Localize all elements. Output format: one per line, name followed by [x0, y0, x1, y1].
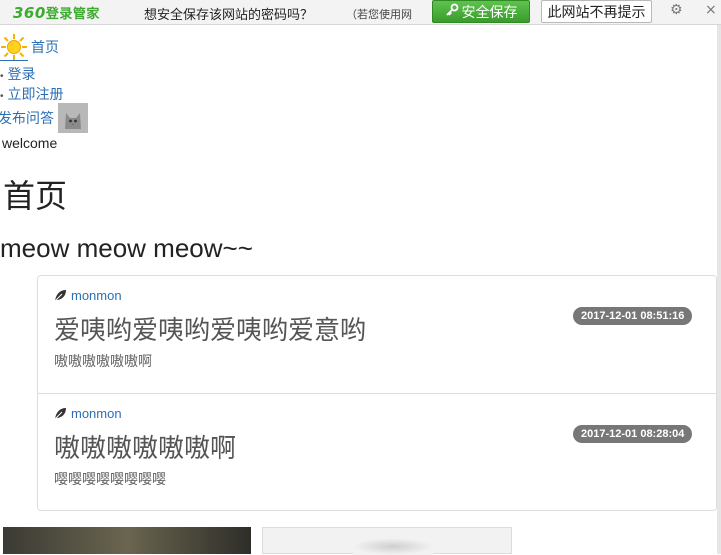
bullet-icon: •	[0, 91, 4, 102]
post-time-badge: 2017-12-01 08:28:04	[573, 425, 693, 443]
nav-item-login[interactable]: • 登录	[0, 64, 36, 84]
password-save-bar: 360登录管家 想安全保存该网站的密码吗？ （若您使用网 安全保存 此网站不再提…	[0, 0, 721, 25]
list-item[interactable]: monmon 爱咦哟爱咦哟爱咦哟爱意哟 嗷嗷嗷嗷嗷嗷啊 2017-12-01 0…	[38, 276, 716, 394]
author-name[interactable]: monmon	[71, 406, 122, 421]
post-list: monmon 爱咦哟爱咦哟爱咦哟爱意哟 嗷嗷嗷嗷嗷嗷啊 2017-12-01 0…	[37, 275, 717, 511]
post-title[interactable]: 嗷嗷嗷嗷嗷嗷啊	[54, 428, 236, 465]
home-link[interactable]: 首页	[0, 33, 59, 61]
nav-item-register[interactable]: • 立即注册	[0, 84, 64, 104]
post-body: 嗷嗷嗷嗷嗷嗷啊	[54, 354, 152, 370]
leaf-icon	[54, 408, 66, 420]
register-link[interactable]: 立即注册	[8, 86, 64, 102]
close-icon[interactable]: ×	[705, 2, 717, 18]
page-title: 首页	[3, 177, 68, 215]
save-password-note: （若您使用网	[346, 8, 412, 21]
welcome-text: welcome	[2, 135, 58, 151]
post-author[interactable]: monmon	[54, 406, 122, 421]
bullet-icon: •	[0, 71, 4, 82]
home-link-label[interactable]: 首页	[31, 37, 59, 57]
cat-avatar[interactable]	[58, 103, 88, 133]
page-subtitle: meow meow meow~~	[0, 233, 253, 263]
post-title[interactable]: 爱咦哟爱咦哟爱咦哟爱意哟	[54, 310, 366, 347]
logo-text: 登录管家	[45, 7, 100, 22]
post-time-badge: 2017-12-01 08:51:16	[573, 307, 693, 325]
safe-save-label: 安全保存	[461, 4, 518, 21]
home-underline	[0, 60, 28, 61]
dont-remind-button[interactable]: 此网站不再提示	[541, 0, 652, 23]
image-thumbnail[interactable]	[3, 527, 251, 554]
key-icon	[445, 3, 459, 21]
post-author[interactable]: monmon	[54, 288, 122, 303]
list-item[interactable]: monmon 嗷嗷嗷嗷嗷嗷啊 嘤嘤嘤嘤嘤嘤嘤嘤 2017-12-01 08:28…	[38, 394, 716, 511]
thumbnail-figure	[353, 538, 433, 555]
logo-number: 360	[13, 4, 46, 22]
page-scrollbar[interactable]	[717, 25, 721, 554]
sun-logo-icon	[1, 34, 27, 60]
safe-save-button[interactable]: 安全保存	[432, 0, 530, 23]
360-logo: 360登录管家	[13, 3, 100, 22]
author-name[interactable]: monmon	[71, 288, 122, 303]
login-link[interactable]: 登录	[8, 66, 36, 82]
leaf-icon	[54, 290, 66, 302]
ask-question-link[interactable]: 发布问答	[0, 108, 54, 128]
image-thumbnail[interactable]	[262, 527, 512, 555]
gear-icon[interactable]: ⚙	[670, 2, 683, 18]
ask-question-row: 发布问答	[0, 103, 88, 133]
post-body: 嘤嘤嘤嘤嘤嘤嘤嘤	[54, 472, 166, 488]
cat-image-icon	[58, 103, 88, 133]
save-password-question: 想安全保存该网站的密码吗？	[144, 8, 314, 23]
